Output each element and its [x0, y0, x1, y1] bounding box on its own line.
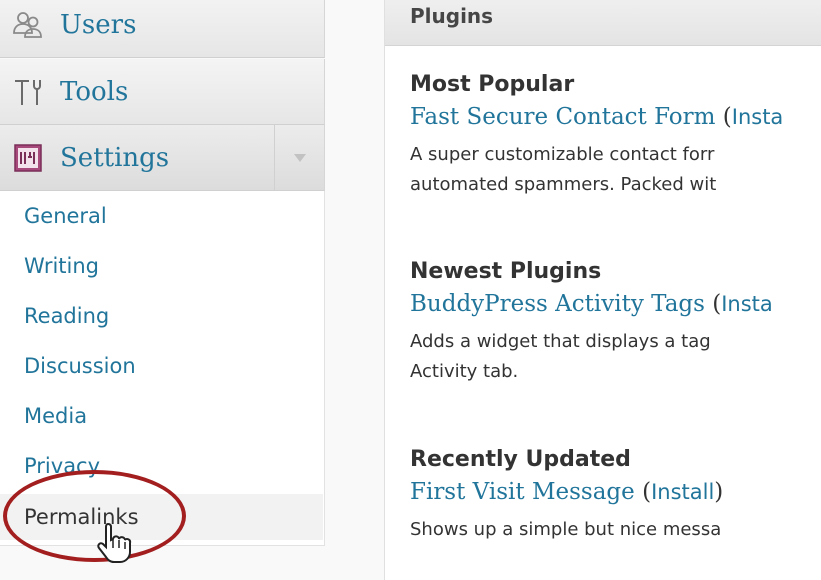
hand-cursor-icon [97, 522, 132, 563]
plugin-description-line: Activity tab. [410, 361, 519, 382]
plugin-description-line: Adds a widget that displays a tag [410, 331, 711, 352]
admin-sidebar: Users Tools Settings General Writing Rea… [0, 0, 327, 580]
plugin-name-link[interactable]: First Visit Message [410, 479, 635, 505]
section-recently-updated: Recently Updated First Visit Message (In… [410, 447, 821, 545]
submenu-privacy[interactable]: Privacy [0, 443, 323, 489]
install-link[interactable]: Insta [721, 292, 773, 316]
submenu-permalinks[interactable]: Permalinks [0, 494, 323, 540]
submenu-general[interactable]: General [0, 193, 323, 239]
tools-icon [10, 74, 46, 110]
menu-settings-label: Settings [60, 142, 170, 173]
plugin-line: Fast Secure Contact Form (Insta [410, 104, 784, 130]
users-icon [10, 7, 46, 43]
collapse-arrow-icon[interactable] [274, 125, 324, 191]
menu-tools-label: Tools [60, 76, 129, 107]
submenu-writing[interactable]: Writing [0, 243, 323, 289]
submenu-reading[interactable]: Reading [0, 293, 323, 339]
install-link[interactable]: Install [651, 480, 714, 504]
section-heading: Recently Updated [410, 447, 631, 472]
menu-settings[interactable]: Settings [0, 125, 325, 191]
menu-users[interactable]: Users [0, 0, 325, 58]
plugins-dashboard-widget: Plugins Most Popular Fast Secure Contact… [384, 0, 821, 580]
plugin-description-line: Shows up a simple but nice messa [410, 519, 722, 540]
submenu-media[interactable]: Media [0, 393, 323, 439]
plugin-line: First Visit Message (Install) [410, 479, 724, 505]
menu-tools[interactable]: Tools [0, 59, 325, 125]
settings-submenu: General Writing Reading Discussion Media… [0, 191, 325, 546]
plugin-description-line: automated spammers. Packed wit [410, 174, 717, 195]
section-heading: Newest Plugins [410, 259, 602, 284]
install-link[interactable]: Insta [732, 105, 784, 129]
plugin-name-link[interactable]: Fast Secure Contact Form [410, 104, 715, 130]
section-newest-plugins: Newest Plugins BuddyPress Activity Tags … [410, 259, 821, 387]
submenu-discussion[interactable]: Discussion [0, 343, 323, 389]
settings-icon [10, 140, 46, 176]
section-most-popular: Most Popular Fast Secure Contact Form (I… [410, 72, 821, 200]
plugins-header[interactable]: Plugins [385, 0, 821, 46]
menu-users-label: Users [60, 9, 137, 40]
plugin-name-link[interactable]: BuddyPress Activity Tags [410, 291, 705, 317]
plugin-description-line: A super customizable contact forr [410, 144, 715, 165]
section-heading: Most Popular [410, 72, 575, 97]
plugin-line: BuddyPress Activity Tags (Insta [410, 291, 773, 317]
